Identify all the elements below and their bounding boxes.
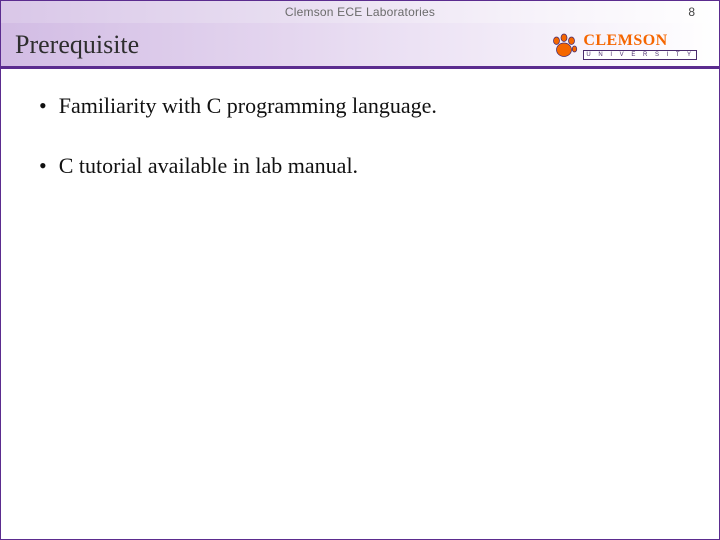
list-item: • Familiarity with C programming languag… <box>37 93 683 119</box>
tiger-paw-icon <box>549 31 579 61</box>
bullet-dot-icon: • <box>39 93 47 119</box>
title-band: Prerequisite CLEMSON U N I V E R S I T Y <box>1 23 719 69</box>
brand-text: CLEMSON U N I V E R S I T Y <box>583 33 697 60</box>
page-number: 8 <box>688 5 695 19</box>
header-band: Clemson ECE Laboratories 8 <box>1 1 719 23</box>
header-label: Clemson ECE Laboratories <box>285 5 435 19</box>
bullet-dot-icon: • <box>39 153 47 179</box>
slide-body: • Familiarity with C programming languag… <box>1 69 719 237</box>
university-logo: CLEMSON U N I V E R S I T Y <box>549 27 697 65</box>
brand-subtitle: U N I V E R S I T Y <box>583 50 697 60</box>
slide-title: Prerequisite <box>1 30 139 60</box>
bullet-text: Familiarity with C programming language. <box>59 93 437 119</box>
bullet-text: C tutorial available in lab manual. <box>59 153 358 179</box>
list-item: • C tutorial available in lab manual. <box>37 153 683 179</box>
brand-name: CLEMSON <box>583 33 697 49</box>
